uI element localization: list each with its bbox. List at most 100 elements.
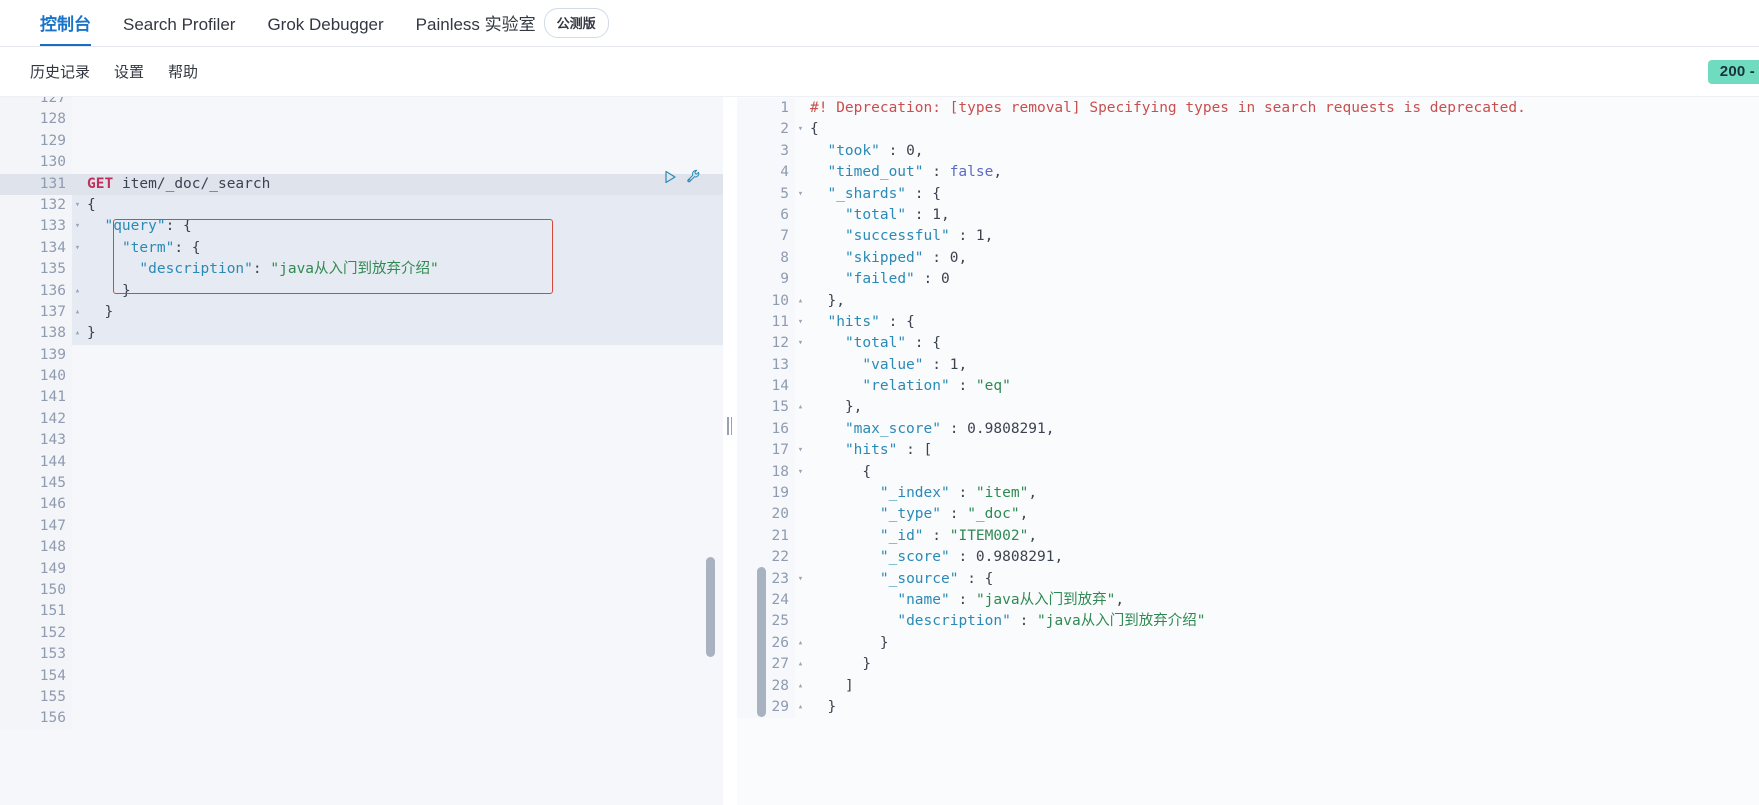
line-number: 132 bbox=[0, 194, 72, 217]
fold-toggle-icon[interactable]: ▾ bbox=[795, 569, 806, 590]
request-editor-rows[interactable]: 127 128 129 130 131 GET item/_doc/_search 132 ▾… bbox=[0, 97, 723, 730]
code-line: 23 ▾ "_source" : { bbox=[737, 568, 1759, 590]
status-badge: 200 - bbox=[1707, 59, 1759, 84]
line-number: 16 bbox=[737, 418, 795, 441]
code-line: 150 bbox=[0, 579, 723, 602]
fold-toggle-icon[interactable]: ▴ bbox=[795, 291, 806, 312]
line-number: 28 bbox=[737, 675, 795, 697]
line-number: 27 bbox=[737, 654, 795, 676]
code-text: "hits" : [ bbox=[844, 442, 933, 459]
code-line: 127 bbox=[0, 97, 723, 110]
fold-toggle-icon[interactable]: ▴ bbox=[795, 633, 806, 654]
response-pane[interactable]: 1 #! Deprecation: [types removal] Specify… bbox=[737, 97, 1759, 805]
code-line: 131 GET item/_doc/_search bbox=[0, 173, 723, 195]
code-line: 4 "timed_out" : false, bbox=[737, 162, 1759, 184]
code-line: 138 ▴} bbox=[0, 323, 723, 345]
code-line: 136 ▴ } bbox=[0, 280, 723, 302]
fold-toggle-icon[interactable]: ▴ bbox=[795, 397, 806, 418]
line-number: 18 bbox=[737, 461, 795, 484]
line-number: 151 bbox=[0, 601, 72, 623]
code-text: "skipped" : 0, bbox=[844, 249, 968, 266]
fold-toggle-icon[interactable]: ▾ bbox=[795, 440, 806, 461]
code-line: 146 bbox=[0, 494, 723, 516]
line-number: 4 bbox=[737, 162, 795, 184]
fold-toggle-icon[interactable]: ▾ bbox=[72, 195, 83, 216]
code-text: "hits" : { bbox=[827, 313, 915, 330]
fold-toggle-icon[interactable]: ▴ bbox=[72, 281, 83, 302]
play-icon[interactable] bbox=[664, 170, 677, 184]
fold-toggle-icon[interactable]: ▾ bbox=[795, 119, 806, 140]
line-number: 131 bbox=[0, 173, 72, 195]
line-number: 136 bbox=[0, 280, 72, 302]
line-number: 127 bbox=[0, 97, 72, 110]
code-line: 16 "max_score" : 0.9808291, bbox=[737, 418, 1759, 441]
line-number: 128 bbox=[0, 109, 72, 131]
line-number: 130 bbox=[0, 152, 72, 174]
tab-console-label: 控制台 bbox=[40, 15, 91, 34]
fold-toggle-icon[interactable]: ▾ bbox=[795, 462, 806, 483]
wrench-icon[interactable] bbox=[686, 169, 701, 184]
code-line: 148 bbox=[0, 537, 723, 559]
code-text: } bbox=[121, 282, 131, 299]
fold-toggle-icon[interactable]: ▾ bbox=[795, 184, 806, 205]
request-actions[interactable] bbox=[664, 169, 701, 184]
history-button[interactable]: 历史记录 bbox=[30, 61, 90, 82]
pane-splitter[interactable] bbox=[723, 97, 737, 805]
fold-toggle-icon[interactable]: ▴ bbox=[72, 323, 83, 344]
tab-painless-lab[interactable]: Painless 实验室 bbox=[400, 16, 540, 46]
fold-toggle-icon[interactable]: ▾ bbox=[795, 333, 806, 354]
tab-search-profiler[interactable]: Search Profiler bbox=[107, 16, 251, 46]
request-editor-scrollbar[interactable] bbox=[706, 557, 715, 657]
code-text: "value" : 1, bbox=[862, 356, 968, 373]
line-number: 146 bbox=[0, 494, 72, 516]
fold-toggle-icon[interactable]: ▾ bbox=[72, 216, 83, 237]
line-number: 137 bbox=[0, 301, 72, 324]
response-scrollbar[interactable] bbox=[757, 567, 766, 717]
splitter-grip-icon bbox=[727, 417, 732, 435]
line-number: 143 bbox=[0, 430, 72, 452]
request-editor-pane[interactable]: 127 128 129 130 131 GET item/_doc/_search 132 ▾… bbox=[0, 97, 723, 805]
code-line: 140 bbox=[0, 366, 723, 388]
fold-toggle-icon[interactable]: ▴ bbox=[72, 302, 83, 323]
line-number: 150 bbox=[0, 579, 72, 602]
line-number: 129 bbox=[0, 130, 72, 153]
code-line: 6 "total" : 1, bbox=[737, 204, 1759, 227]
line-number: 11 bbox=[737, 311, 795, 334]
response-rows: 1 #! Deprecation: [types removal] Specify… bbox=[737, 98, 1759, 719]
code-text: GET item/_doc/_search bbox=[87, 175, 271, 192]
fold-toggle-icon[interactable]: ▾ bbox=[72, 238, 83, 259]
line-number: 144 bbox=[0, 451, 72, 474]
code-text: #! Deprecation: [types removal] Specifyi… bbox=[810, 100, 1526, 116]
code-line: 28 ▴ ] bbox=[737, 675, 1759, 697]
code-text: "total" : 1, bbox=[844, 206, 950, 223]
code-line: 142 bbox=[0, 408, 723, 431]
settings-button[interactable]: 设置 bbox=[114, 61, 144, 82]
line-number: 1 bbox=[737, 98, 795, 120]
code-line: 27 ▴ } bbox=[737, 654, 1759, 676]
code-text: }, bbox=[827, 292, 845, 309]
code-text: "_score" : 0.9808291, bbox=[879, 549, 1064, 566]
line-number: 2 bbox=[737, 119, 795, 141]
fold-toggle-icon[interactable]: ▴ bbox=[795, 654, 806, 675]
code-line: 5 ▾ "_shards" : { bbox=[737, 183, 1759, 205]
code-line: 135 "description": "java从入门到放弃介绍" bbox=[0, 259, 723, 281]
tab-search-profiler-label: Search Profiler bbox=[123, 15, 236, 34]
tab-console[interactable]: 控制台 bbox=[24, 16, 107, 46]
code-line: 151 bbox=[0, 601, 723, 623]
code-text: "query": { bbox=[104, 218, 192, 235]
code-text: "failed" : 0 bbox=[844, 271, 950, 288]
code-line: 130 bbox=[0, 152, 723, 174]
code-text: } bbox=[827, 698, 837, 715]
fold-toggle-icon[interactable]: ▾ bbox=[795, 312, 806, 333]
code-text: }, bbox=[844, 399, 863, 416]
code-line: 137 ▴ } bbox=[0, 301, 723, 324]
code-text: "total" : { bbox=[844, 335, 941, 352]
code-text: "successful" : 1, bbox=[844, 228, 994, 245]
code-line: 21 "_id" : "ITEM002", bbox=[737, 525, 1759, 548]
line-number: 139 bbox=[0, 344, 72, 367]
fold-toggle-icon[interactable]: ▴ bbox=[795, 697, 806, 718]
tab-grok-debugger[interactable]: Grok Debugger bbox=[251, 16, 399, 46]
help-button[interactable]: 帮助 bbox=[168, 61, 198, 82]
fold-toggle-icon[interactable]: ▴ bbox=[795, 676, 806, 697]
code-line: 155 bbox=[0, 686, 723, 709]
